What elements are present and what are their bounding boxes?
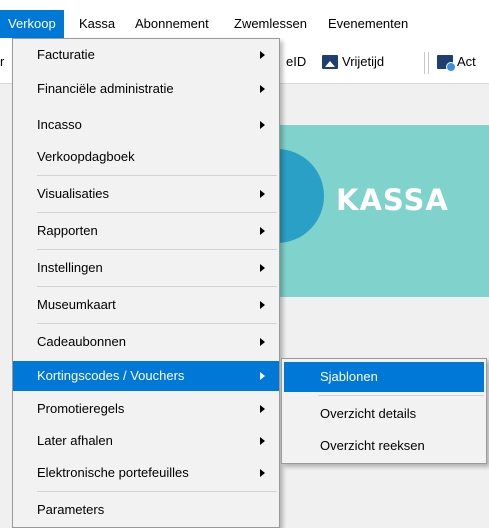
kassa-tile-label: KASSA xyxy=(336,183,449,217)
activity-icon xyxy=(437,54,456,72)
toolbar-vrijetijd-button[interactable]: Vrijetijd xyxy=(322,54,384,69)
menu-item-verkoopdagboek[interactable]: Verkoopdagboek xyxy=(13,142,279,172)
menu-item-rapporten[interactable]: Rapporten xyxy=(13,216,279,246)
toolbar-vrijetijd-label: Vrijetijd xyxy=(342,54,385,69)
menu-separator xyxy=(37,491,277,492)
menu-item-instellingen[interactable]: Instellingen xyxy=(13,253,279,283)
submenu-item-sjablonen[interactable]: Sjablonen xyxy=(284,362,484,392)
menubar-item-evenementen[interactable]: Evenementen xyxy=(320,10,416,38)
menu-item-elektronische-portefeuilles[interactable]: Elektronische portefeuilles xyxy=(13,458,279,488)
toolbar-eid-label: eID xyxy=(286,54,307,69)
menu-item-parameters[interactable]: Parameters xyxy=(13,495,279,525)
menu-separator xyxy=(37,323,277,324)
submenu-arrow-icon xyxy=(260,437,265,445)
submenu-arrow-icon xyxy=(260,85,265,93)
toolbar-eid-button[interactable]: eID xyxy=(286,54,306,69)
menu-item-facturatie[interactable]: Facturatie xyxy=(13,40,279,70)
menu-separator xyxy=(318,395,484,396)
menu-item-financiele-administratie[interactable]: Financiële administratie xyxy=(13,74,279,104)
toolbar-separator xyxy=(428,52,429,74)
menubar-item-kassa[interactable]: Kassa xyxy=(71,10,123,38)
submenu-arrow-icon xyxy=(260,372,265,380)
submenu-arrow-icon xyxy=(260,227,265,235)
menubar-item-zwemlessen[interactable]: Zwemlessen xyxy=(226,10,315,38)
toolbar-act-label: Act xyxy=(457,54,476,69)
menu-item-incasso[interactable]: Incasso xyxy=(13,110,279,140)
submenu-arrow-icon xyxy=(260,264,265,272)
image-icon xyxy=(322,54,338,69)
submenu-arrow-icon xyxy=(260,469,265,477)
submenu-arrow-icon xyxy=(260,190,265,198)
menu-separator xyxy=(37,175,277,176)
toolbar-separator xyxy=(424,52,425,74)
menubar-item-verkoop[interactable]: Verkoop xyxy=(0,10,64,38)
toolbar-partial-label: r xyxy=(0,54,5,69)
menu-bar: Verkoop Kassa Abonnement Zwemlessen Even… xyxy=(0,0,489,38)
menu-item-later-afhalen[interactable]: Later afhalen xyxy=(13,426,279,456)
menu-separator xyxy=(37,212,277,213)
submenu-arrow-icon xyxy=(260,405,265,413)
submenu-arrow-icon xyxy=(260,51,265,59)
menu-item-cadeaubonnen[interactable]: Cadeaubonnen xyxy=(13,327,279,357)
menu-item-museumkaart[interactable]: Museumkaart xyxy=(13,290,279,320)
submenu-arrow-icon xyxy=(260,301,265,309)
menu-item-promotieregels[interactable]: Promotieregels xyxy=(13,394,279,424)
menu-item-kortingscodes-vouchers[interactable]: Kortingscodes / Vouchers xyxy=(13,361,279,391)
submenu-item-overzicht-reeksen[interactable]: Overzicht reeksen xyxy=(284,431,484,461)
submenu-arrow-icon xyxy=(260,338,265,346)
submenu-arrow-icon xyxy=(260,121,265,129)
menubar-item-abonnement[interactable]: Abonnement xyxy=(127,10,217,38)
submenu-item-overzicht-details[interactable]: Overzicht details xyxy=(284,399,484,429)
toolbar-act-button[interactable]: Act xyxy=(437,54,476,72)
verkoop-dropdown-menu: Facturatie Financiële administratie Inca… xyxy=(12,38,280,528)
menu-separator xyxy=(37,249,277,250)
menu-item-visualisaties[interactable]: Visualisaties xyxy=(13,179,279,209)
menu-separator xyxy=(37,286,277,287)
kassa-tile[interactable]: KASSA xyxy=(230,125,489,297)
kortingscodes-submenu: Sjablonen Overzicht details Overzicht re… xyxy=(281,358,487,464)
